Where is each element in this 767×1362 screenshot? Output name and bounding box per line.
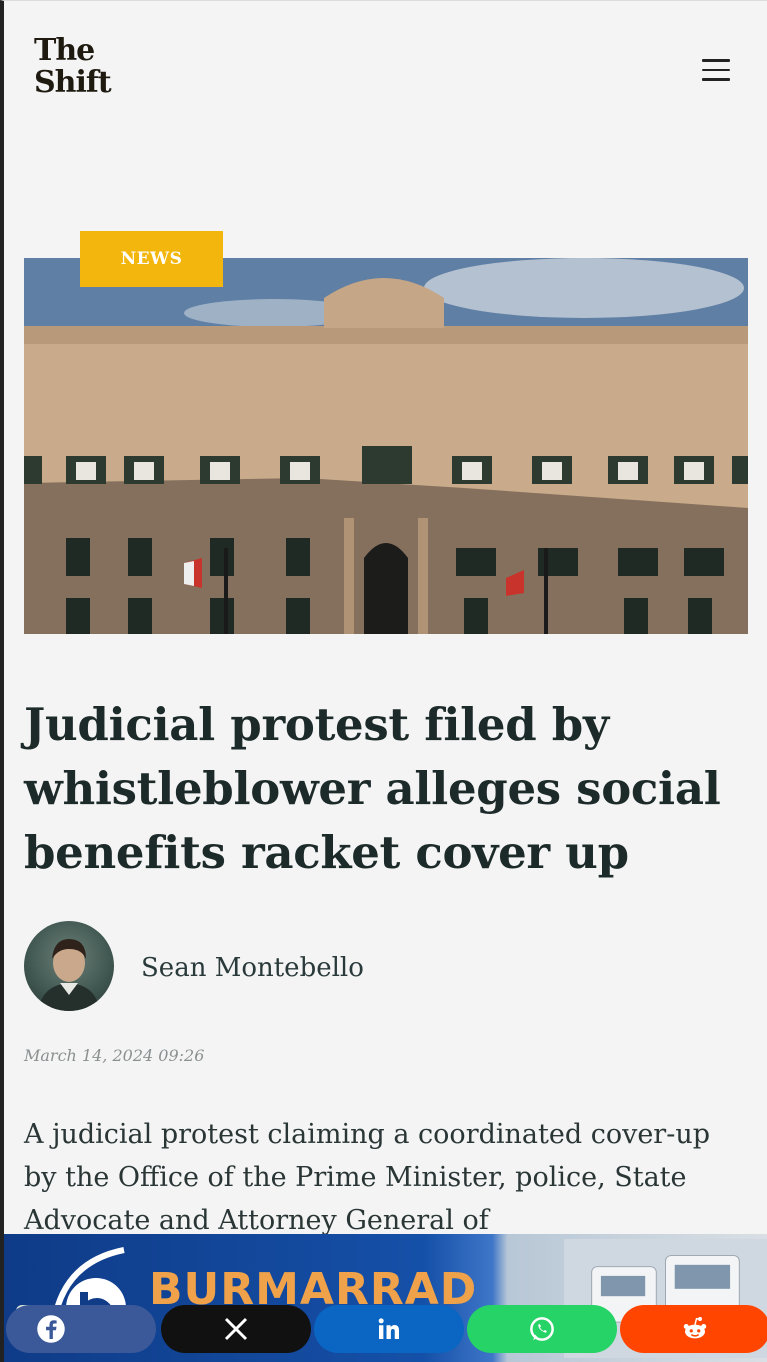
reddit-icon (683, 1317, 707, 1339)
logo-line-2: Shift (34, 65, 112, 100)
author-avatar[interactable] (24, 921, 114, 1011)
author-byline[interactable]: Sean Montebello (24, 921, 524, 1011)
author-name[interactable]: Sean Montebello (141, 953, 364, 983)
facebook-icon (37, 1315, 65, 1343)
whatsapp-share-button[interactable] (467, 1305, 617, 1353)
site-logo[interactable]: The Shift (34, 33, 112, 100)
linkedin-icon (378, 1318, 399, 1339)
article-lede: A judicial protest claiming a coordinate… (24, 1119, 711, 1236)
hamburger-menu-icon[interactable] (702, 59, 730, 83)
facebook-share-button[interactable] (6, 1305, 156, 1353)
linkedin-share-button[interactable] (314, 1305, 464, 1353)
site-header: The Shift (4, 1, 767, 151)
reddit-share-button[interactable] (620, 1305, 767, 1353)
category-badge[interactable]: NEWS (80, 231, 223, 287)
whatsapp-icon (530, 1317, 554, 1341)
hero-image (24, 258, 748, 634)
building-illustration (24, 258, 748, 634)
x-icon (224, 1317, 248, 1341)
x-share-button[interactable] (161, 1305, 311, 1353)
publish-date: March 14, 2024 09:26 (24, 1046, 205, 1065)
logo-line-1: The (34, 33, 95, 68)
share-bar (4, 1305, 767, 1355)
article-title: Judicial protest filed by whistleblower … (24, 698, 721, 879)
